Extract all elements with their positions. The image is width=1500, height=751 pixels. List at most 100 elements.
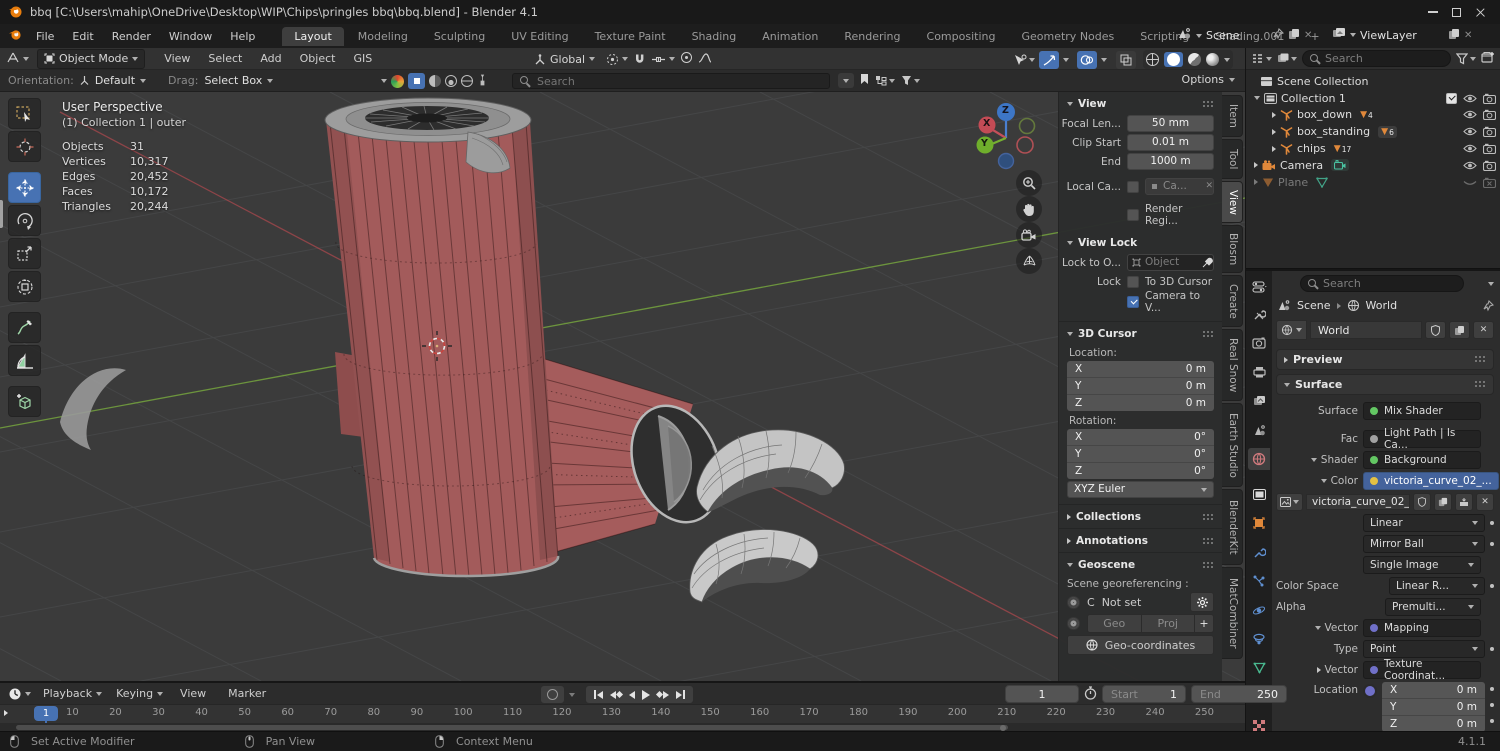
timeline-menu-marker[interactable]: Marker [219,687,275,700]
jump-to-start-button[interactable] [594,690,603,699]
outliner-row-chips[interactable]: chips ▼ 17 [1246,140,1500,157]
tab-constraints[interactable] [1248,628,1270,650]
fake-user-shield-button[interactable] [1425,321,1446,339]
workspace-tab-animation[interactable]: Animation [750,27,830,46]
outliner-filter-mode-dropdown[interactable] [1277,53,1297,64]
viewport-menu-gis[interactable]: GIS [344,52,381,65]
prev-keyframe-button[interactable] [610,690,624,699]
sidebar-tab-matcombiner[interactable]: MatCombiner [1222,567,1243,659]
properties-editor-type-dropdown[interactable] [1248,276,1270,298]
render-camera-toggle[interactable] [1483,143,1496,155]
workspace-tab-layout[interactable]: Layout [282,26,344,46]
workspace-tab-texture-paint[interactable]: Texture Paint [583,27,678,46]
auto-keying-toggle[interactable] [540,685,565,704]
tool-scale[interactable] [8,238,41,269]
toolbar-expand-handle[interactable] [0,200,3,228]
render-region-checkbox[interactable] [1127,209,1139,221]
timeline-ruler[interactable]: 1 10 20 30 40 50 60 70 80 90 100 110 120 130 140 150 16… [0,704,1245,734]
world-name-field[interactable]: World [1310,321,1422,339]
pan-button[interactable] [1016,196,1042,222]
shading-wireframe-toggle[interactable] [1146,53,1159,66]
panel-header-surface[interactable]: Surface [1276,374,1494,395]
tool-annotate[interactable] [8,312,41,343]
gizmos-dropdown-chevron[interactable] [1063,57,1069,62]
bookmark-icon[interactable] [860,73,869,88]
cursor-rotation-y[interactable]: Y 0° [1067,446,1214,463]
show-gizmo-dropdown[interactable] [1013,54,1035,66]
close-button[interactable] [1475,7,1486,18]
menu-render[interactable]: Render [103,30,160,43]
rotation-mode-dropdown[interactable]: XYZ Euler [1067,481,1214,498]
tool-measure[interactable] [8,345,41,376]
workspace-tab-rendering[interactable]: Rendering [832,27,912,46]
pivot-point-dropdown[interactable] [606,53,629,66]
outliner-search-field[interactable]: Search [1302,50,1451,67]
shader-field[interactable]: Background [1363,451,1481,469]
expand-shader-chevron[interactable] [1310,458,1317,462]
breadcrumb-world[interactable]: World [1366,299,1398,312]
to-3d-cursor-checkbox[interactable] [1127,276,1139,288]
tab-view-layer[interactable] [1248,390,1270,412]
sidebar-tab-earth-studio[interactable]: Earth Studio [1222,403,1243,487]
mapping-type-dropdown[interactable]: Point [1363,640,1485,658]
workspace-tab-uv-editing[interactable]: UV Editing [499,27,580,46]
tool-search-field[interactable]: Search [512,73,830,89]
viewport-menu-select[interactable]: Select [199,52,251,65]
transform-orientation-dropdown[interactable]: Global [528,50,601,68]
timeline-menu-keying[interactable]: Keying [116,687,164,700]
panel-drag-grip[interactable] [1475,356,1486,363]
snap-with-dropdown[interactable] [651,54,676,65]
sidebar-tab-blenderkit[interactable]: BlenderKit [1222,489,1243,565]
panel-header-preview[interactable]: Preview [1276,349,1494,370]
panel-drag-grip[interactable] [1203,537,1214,545]
interpolation-dropdown[interactable]: Linear [1363,514,1485,532]
viewlayer-name[interactable]: ViewLayer [1360,29,1444,42]
expand-color-chevron[interactable] [1320,479,1327,483]
scene-pin-icon[interactable] [1272,27,1285,43]
cursor-location-x[interactable]: X0 m [1067,361,1214,378]
source-dropdown[interactable]: Single Image [1363,556,1481,574]
tool-cursor[interactable] [8,131,41,162]
outliner-filter-funnel[interactable] [1456,52,1476,65]
viewlayer-duplicate-icon[interactable] [1448,28,1460,43]
viewport-menu-add[interactable]: Add [251,52,290,65]
panel-drag-grip[interactable] [1203,513,1214,521]
navigation-gizmo[interactable]: Z X Y [958,94,1054,186]
editor-type-icon[interactable] [6,51,21,67]
proportional-falloff-icon[interactable] [698,52,712,67]
keyframe-dot[interactable] [1490,703,1494,707]
outliner-row-collection-1[interactable]: Collection 1 [1246,90,1500,107]
alpha-dropdown[interactable]: Premulti... [1385,598,1481,616]
tab-object[interactable] [1248,512,1270,534]
expand-chevron[interactable] [1272,145,1276,152]
gizmo-axis-x[interactable]: X [983,118,990,129]
clip-start-field[interactable]: 0.01 m [1127,134,1214,151]
texture-coordinate-field[interactable]: Texture Coordinat... [1363,658,1481,682]
timeline-menu-view[interactable]: View [171,687,215,700]
hide-eye-toggle[interactable] [1463,110,1477,119]
viewlayer-icon[interactable] [1332,27,1346,43]
outliner-row-box-down[interactable]: box_down ▼ 4 [1246,107,1500,124]
lock-object-field[interactable]: Object [1127,254,1214,271]
keyframe-dot[interactable] [1490,719,1494,723]
add-crs-button[interactable]: + [1195,614,1214,633]
filter-funnel-dropdown[interactable] [901,75,920,86]
viewlayer-delete-icon[interactable]: ✕ [1464,30,1472,41]
panel-drag-grip[interactable] [1475,381,1486,388]
keyframe-dot[interactable] [1490,584,1494,588]
overlays-toggle[interactable] [1077,50,1097,69]
minimize-button[interactable] [1428,11,1438,13]
breadcrumb-scene[interactable]: Scene [1297,299,1331,312]
projection-dropdown[interactable]: Mirror Ball [1363,535,1485,553]
geo-button[interactable]: Geo [1087,614,1142,633]
image-unlink-button[interactable]: ✕ [1476,493,1494,511]
panel-header-view-lock[interactable]: View Lock [1059,233,1222,252]
viewlayer-browse-chevron[interactable] [1350,33,1356,37]
new-collection-button[interactable] [1481,51,1495,67]
orthographic-toggle-button[interactable] [1016,248,1042,274]
fac-field[interactable]: Light Path | Is Ca... [1363,427,1481,451]
tab-tool[interactable] [1248,303,1270,325]
tab-scene[interactable] [1248,419,1270,441]
color-space-dropdown[interactable]: Linear R... [1389,577,1485,595]
scene-name[interactable]: Scene [1206,29,1268,42]
